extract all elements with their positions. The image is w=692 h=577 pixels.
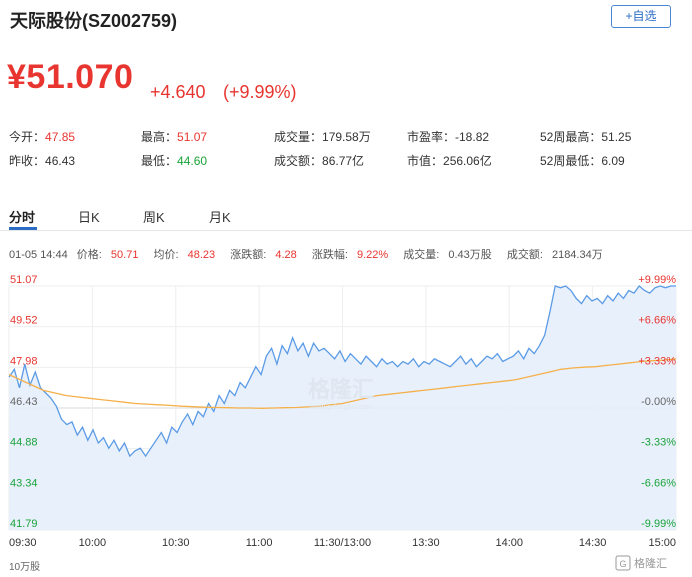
stat-high-label: 最高： <box>141 130 178 144</box>
info-price: 价格: 50.71 <box>77 249 145 261</box>
y-tick-label-left: 47.98 <box>10 355 38 367</box>
crosshair-info-bar: 01-05 14:44 价格: 50.71 均价: 48.23 涨跌额: 4.2… <box>9 246 615 262</box>
info-avg: 均价: 48.23 <box>154 249 222 261</box>
stat-volume-label: 成交量： <box>274 130 323 144</box>
current-price: ¥51.070 <box>7 58 134 96</box>
price-change-percent: (+9.99%) <box>223 82 297 102</box>
info-avg-label: 均价: <box>153 249 179 261</box>
stat-high-value: 51.07 <box>177 130 208 144</box>
stat-52wk-low-value: 6.09 <box>601 154 625 168</box>
info-vol-label: 成交量: <box>403 249 440 261</box>
stat-volume: 成交量：179.58万 <box>274 128 371 145</box>
intraday-chart[interactable]: 格隆汇 www.gelonghui.com 51.07 49.52 47.98 46.… <box>0 272 692 577</box>
y-tick-label-left: 41.79 <box>10 518 38 530</box>
stat-52wk-high: 52周最高：51.25 <box>540 128 631 145</box>
add-watchlist-button[interactable]: +自选 <box>611 5 671 28</box>
active-tab-indicator <box>9 227 37 230</box>
tab-intraday[interactable]: 分时 <box>9 207 35 226</box>
tab-daily-k[interactable]: 日K <box>78 207 100 226</box>
info-price-label: 价格: <box>76 249 102 261</box>
volume-unit-label: 10万股 <box>9 561 40 573</box>
stat-52wk-high-label: 52周最高： <box>540 130 602 144</box>
corner-logo-text: 格隆汇 <box>634 556 667 570</box>
stat-52wk-high-value: 51.25 <box>601 130 632 144</box>
y-tick-label-left: 49.52 <box>10 315 38 327</box>
tab-weekly-k[interactable]: 周K <box>143 207 165 226</box>
stock-title: 天际股份(SZ002759) <box>10 11 178 31</box>
stat-prev-close-value: 46.43 <box>45 154 76 168</box>
info-chg-pct-value: 9.22% <box>356 249 389 261</box>
info-chg-amt-value: 4.28 <box>275 249 297 261</box>
x-tick-label: 14:30 <box>579 537 607 549</box>
y-tick-label-right: -0.00% <box>641 396 676 408</box>
stat-turnover-value: 86.77亿 <box>322 154 365 168</box>
info-price-value: 50.71 <box>110 249 139 261</box>
x-tick-label: 13:30 <box>412 537 440 549</box>
corner-logo: G 格隆汇 <box>615 555 667 571</box>
info-vol: 成交量: 0.43万股 <box>403 249 498 261</box>
y-tick-label-left: 46.43 <box>10 396 38 408</box>
stat-pe-value: -18.82 <box>455 130 490 144</box>
stat-turnover: 成交额：86.77亿 <box>274 152 364 169</box>
watermark-url: www.gelonghui.com <box>309 404 372 411</box>
x-tick-label: 11:00 <box>246 537 273 549</box>
info-amt-value: 2184.34万 <box>551 249 603 261</box>
corner-logo-glyph: G <box>619 559 626 569</box>
stat-high: 最高：51.07 <box>141 128 207 145</box>
y-tick-label-right: +3.33% <box>638 355 676 367</box>
y-tick-label-left: 51.07 <box>10 274 38 286</box>
stat-pe-label: 市盈率： <box>407 130 456 144</box>
y-tick-label-right: +9.99% <box>638 274 676 286</box>
x-tick-label: 10:00 <box>79 537 107 549</box>
info-time: 01-05 14:44 <box>9 249 68 261</box>
stat-open-value: 47.85 <box>45 130 76 144</box>
stat-52wk-low: 52周最低：6.09 <box>540 152 625 169</box>
info-chg-amt: 涨跌额: 4.28 <box>230 249 303 261</box>
info-amt-label: 成交额: <box>506 249 543 261</box>
stat-open-label: 今开： <box>9 130 46 144</box>
tab-monthly-k[interactable]: 月K <box>209 207 231 226</box>
x-axis-labels: 09:30 10:00 10:30 11:00 11:30/13:00 13:30 14:0… <box>9 537 676 549</box>
watermark-text: 格隆汇 <box>308 377 374 402</box>
stat-pe: 市盈率：-18.82 <box>407 128 489 145</box>
y-tick-label-right: -9.99% <box>641 518 676 530</box>
stat-turnover-label: 成交额： <box>274 154 323 168</box>
y-tick-label-right: -6.66% <box>641 477 676 489</box>
stat-volume-value: 179.58万 <box>322 130 371 144</box>
x-tick-label: 15:00 <box>648 537 676 549</box>
stat-prev-close-label: 昨收： <box>9 154 46 168</box>
x-tick-label: 11:30/13:00 <box>314 537 371 549</box>
y-tick-label-left: 43.34 <box>10 477 38 489</box>
x-tick-label: 10:30 <box>162 537 190 549</box>
y-tick-label-right: +6.66% <box>638 315 676 327</box>
info-chg-pct: 涨跌幅: 9.22% <box>312 249 394 261</box>
info-chg-amt-label: 涨跌额: <box>230 249 267 261</box>
stat-prev-close: 昨收：46.43 <box>9 152 75 169</box>
stat-low-value: 44.60 <box>177 154 208 168</box>
stat-mcap: 市值：256.06亿 <box>407 152 492 169</box>
stat-mcap-label: 市值： <box>407 154 444 168</box>
y-tick-label-right: -3.33% <box>641 437 676 449</box>
stat-low: 最低：44.60 <box>141 152 207 169</box>
stat-low-label: 最低： <box>141 154 178 168</box>
info-vol-value: 0.43万股 <box>448 249 492 261</box>
stat-open: 今开：47.85 <box>9 128 75 145</box>
info-chg-pct-label: 涨跌幅: <box>311 249 348 261</box>
x-tick-label: 09:30 <box>9 537 37 549</box>
info-avg-value: 48.23 <box>187 249 216 261</box>
x-tick-label: 14:00 <box>495 537 523 549</box>
y-tick-label-left: 44.88 <box>10 437 38 449</box>
chart-period-tabs: 分时 日K 周K 月K <box>0 200 692 231</box>
stat-52wk-low-label: 52周最低： <box>540 154 602 168</box>
stat-mcap-value: 256.06亿 <box>443 154 492 168</box>
info-amt: 成交额: 2184.34万 <box>507 249 609 261</box>
price-change: +4.640 <box>150 82 206 102</box>
